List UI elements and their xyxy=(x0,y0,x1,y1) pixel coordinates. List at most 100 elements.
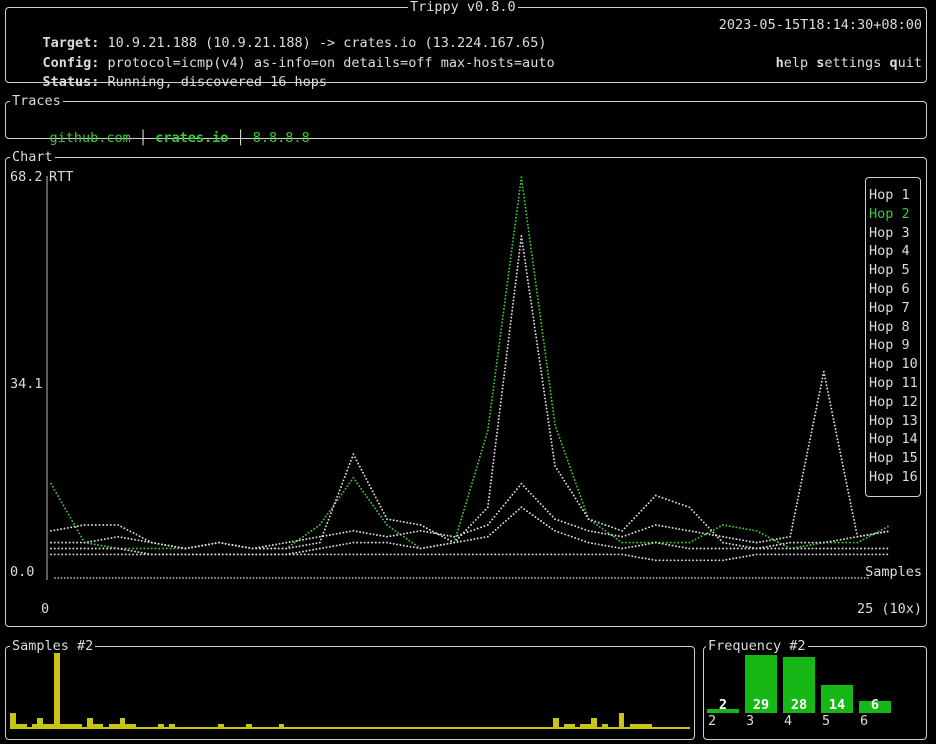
data-point xyxy=(526,279,529,282)
data-point xyxy=(532,495,535,498)
data-point xyxy=(332,533,335,536)
data-point xyxy=(729,547,732,550)
data-point xyxy=(386,524,388,526)
data-point xyxy=(551,448,554,451)
data-point xyxy=(339,532,341,535)
data-point xyxy=(635,514,638,517)
data-point xyxy=(519,245,522,248)
data-point xyxy=(807,547,810,550)
data-point xyxy=(295,551,298,554)
data-point xyxy=(492,389,495,392)
data-point xyxy=(841,541,844,544)
data-point xyxy=(702,521,705,524)
data-point xyxy=(291,546,294,549)
data-point xyxy=(563,449,566,452)
data-point xyxy=(692,547,695,550)
data-point xyxy=(576,500,579,503)
data-point xyxy=(177,546,180,549)
data-point xyxy=(503,301,506,304)
data-point xyxy=(577,488,580,491)
data-point xyxy=(785,553,788,556)
data-point xyxy=(533,326,536,329)
data-point xyxy=(578,492,581,494)
data-point xyxy=(506,284,509,287)
data-point xyxy=(308,537,311,540)
data-point xyxy=(360,487,363,490)
data-point xyxy=(110,536,113,539)
data-point xyxy=(529,244,532,246)
data-point xyxy=(305,544,308,546)
data-point xyxy=(524,265,527,268)
data-point xyxy=(357,462,360,465)
data-point xyxy=(611,545,614,548)
data-point xyxy=(548,386,551,389)
data-point xyxy=(681,503,684,506)
data-point xyxy=(137,539,140,542)
data-point xyxy=(505,353,508,356)
quit-key[interactable]: quit xyxy=(889,55,922,71)
data-point xyxy=(531,553,534,556)
settings-key[interactable]: settings xyxy=(816,55,881,71)
data-point xyxy=(419,529,422,532)
data-point xyxy=(572,494,575,497)
data-point xyxy=(124,553,127,556)
data-point xyxy=(471,482,473,485)
data-point xyxy=(509,257,512,260)
data-point xyxy=(494,441,497,444)
data-point xyxy=(853,518,855,521)
data-point xyxy=(507,270,510,273)
data-point xyxy=(748,540,751,543)
data-point xyxy=(207,543,210,546)
data-point xyxy=(611,534,614,536)
frequency-value-2: 2 xyxy=(718,697,728,713)
data-point xyxy=(598,525,601,528)
data-point xyxy=(859,540,862,542)
data-point xyxy=(671,526,674,529)
data-point xyxy=(514,279,517,282)
data-point xyxy=(505,287,508,290)
trace-tab-google-dns[interactable]: 8.8.8.8 xyxy=(253,130,310,146)
data-point xyxy=(457,528,460,531)
data-point xyxy=(335,544,338,547)
data-point xyxy=(513,226,516,229)
data-point xyxy=(839,538,842,541)
data-point xyxy=(489,409,492,412)
data-point xyxy=(367,541,370,544)
data-point xyxy=(402,521,405,523)
data-point xyxy=(843,471,846,474)
data-point xyxy=(640,509,643,512)
data-point xyxy=(614,546,617,549)
data-point xyxy=(528,233,531,236)
data-point xyxy=(839,454,842,457)
data-point xyxy=(134,550,136,553)
data-point xyxy=(464,505,467,508)
trace-tab-crates[interactable]: crates.io xyxy=(155,130,228,146)
data-point xyxy=(492,531,494,534)
data-point xyxy=(755,553,758,556)
data-point xyxy=(352,541,355,544)
data-point xyxy=(356,541,359,544)
data-point xyxy=(505,553,508,556)
data-point xyxy=(732,557,735,560)
data-point xyxy=(436,532,439,535)
data-point xyxy=(833,421,836,424)
data-point xyxy=(483,525,486,528)
data-point xyxy=(520,553,523,556)
trace-tab-github[interactable]: github.com xyxy=(50,130,131,146)
data-point xyxy=(275,543,278,546)
data-point xyxy=(842,465,844,467)
data-point xyxy=(587,529,590,532)
data-point xyxy=(453,535,456,538)
data-point xyxy=(194,545,197,548)
data-point xyxy=(584,540,587,543)
data-point xyxy=(486,429,489,432)
data-point xyxy=(320,538,322,541)
data-point xyxy=(525,213,528,216)
data-point xyxy=(342,531,345,534)
data-point xyxy=(135,533,138,536)
data-point xyxy=(123,548,126,551)
data-point xyxy=(772,544,775,547)
help-key[interactable]: help xyxy=(776,55,809,71)
data-point xyxy=(694,538,697,541)
data-point xyxy=(201,544,204,547)
